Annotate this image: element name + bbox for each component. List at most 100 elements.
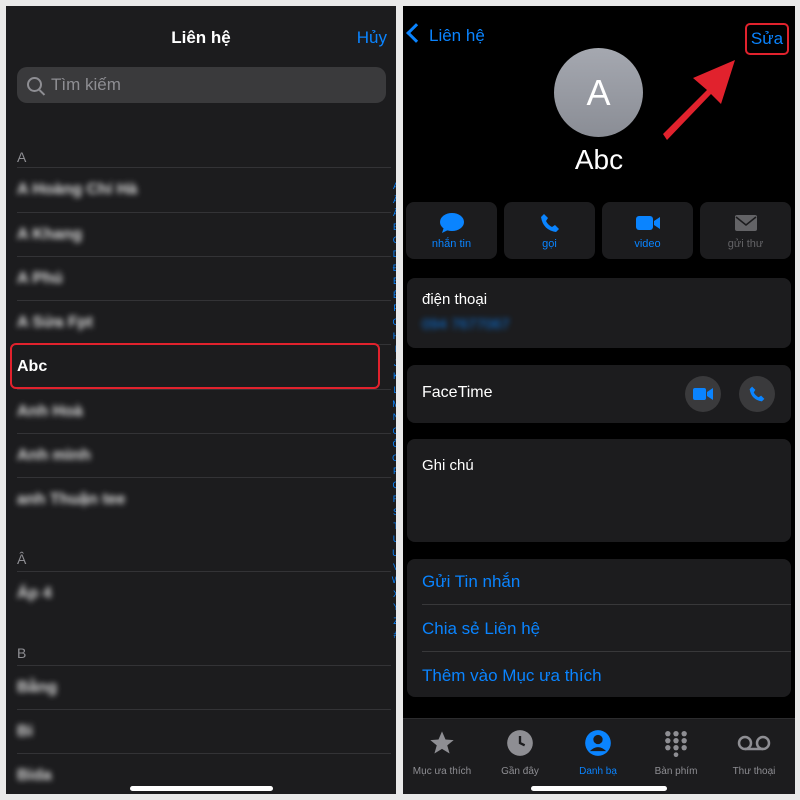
tab-favorites[interactable]: Mục ưa thích <box>403 719 481 794</box>
divider <box>422 651 791 652</box>
video-icon <box>693 388 713 400</box>
index-letter[interactable]: X <box>390 588 396 602</box>
contact-picker-panel: Liên hệ Hủy Tìm kiếm A A Hoàng Chí Hà A … <box>6 6 396 794</box>
tab-label: Thư thoại <box>732 766 776 777</box>
page-title: Liên hệ <box>171 28 231 47</box>
contact-name: A Phú <box>17 270 63 287</box>
tab-label: Bàn phím <box>654 766 698 777</box>
message-button[interactable]: nhắn tin <box>406 202 497 259</box>
mail-button[interactable]: gửi thư <box>700 202 791 259</box>
index-letter[interactable]: # <box>390 629 396 643</box>
index-letter[interactable]: Ê <box>390 289 396 303</box>
index-letter[interactable]: B <box>390 221 396 235</box>
tab-recents[interactable]: Gần đây <box>481 719 559 794</box>
index-letter[interactable]: R <box>390 493 396 507</box>
index-letter[interactable]: Ơ <box>390 452 396 466</box>
contact-name: anh Thuận tee <box>17 491 126 508</box>
facetime-card: FaceTime <box>407 365 791 423</box>
keypad-icon <box>665 730 687 757</box>
back-button[interactable]: Liên hệ <box>406 23 485 46</box>
tab-label: Mục ưa thích <box>412 766 472 777</box>
section-header-b: B <box>17 645 27 661</box>
contact-name: Áp 4 <box>17 585 52 602</box>
list-item[interactable]: Áp 4 <box>17 571 391 616</box>
index-letter[interactable]: P <box>390 465 396 479</box>
tab-contacts[interactable]: Danh bạ <box>559 719 637 794</box>
edit-button[interactable]: Sửa <box>745 23 789 55</box>
phone-number[interactable]: 094 7677067 <box>422 316 510 333</box>
tab-bar: Mục ưa thích Gần đây Danh bạ Bàn phím Th… <box>403 718 795 794</box>
index-letter[interactable]: Ă <box>390 194 396 208</box>
search-icon <box>27 77 42 92</box>
index-letter[interactable]: U <box>390 533 396 547</box>
index-letter[interactable]: T <box>390 520 396 534</box>
contact-name: Bi <box>17 723 33 740</box>
index-letter[interactable]: Ư <box>390 547 396 561</box>
list-item[interactable]: Anh Hoà <box>17 389 391 434</box>
video-button[interactable]: video <box>602 202 693 259</box>
index-letter[interactable]: H <box>390 330 396 344</box>
index-letter[interactable]: Đ <box>390 262 396 276</box>
index-letter[interactable]: Z <box>390 615 396 629</box>
index-letter[interactable]: A <box>390 180 396 194</box>
index-letter[interactable]: M <box>390 398 396 412</box>
cancel-button[interactable]: Hủy <box>357 28 387 48</box>
search-placeholder: Tìm kiếm <box>51 75 121 94</box>
index-letter[interactable]: S <box>390 506 396 520</box>
add-to-favorites-link[interactable]: Thêm vào Mục ưa thích <box>422 666 602 686</box>
index-letter[interactable]: I <box>390 343 396 357</box>
clock-icon <box>507 730 533 756</box>
send-message-link[interactable]: Gửi Tin nhắn <box>422 572 520 592</box>
list-item[interactable]: Bằng <box>17 665 391 710</box>
share-contact-link[interactable]: Chia sẻ Liên hệ <box>422 619 540 639</box>
facetime-label: FaceTime <box>422 384 493 401</box>
chevron-left-icon <box>406 23 426 43</box>
list-item[interactable]: A Khang <box>17 212 391 257</box>
tab-label: Gần đây <box>501 766 539 777</box>
index-letter[interactable]: C <box>390 234 396 248</box>
contact-name: Anh Hoà <box>17 403 83 420</box>
index-letter[interactable]: Q <box>390 479 396 493</box>
list-item[interactable]: A Sửa Fpt <box>17 300 391 345</box>
index-letter[interactable]: Ô <box>390 438 396 452</box>
mail-label: gửi thư <box>727 238 764 250</box>
index-letter[interactable]: L <box>390 384 396 398</box>
index-letter[interactable]: Y <box>390 601 396 615</box>
index-letter[interactable]: G <box>390 316 396 330</box>
list-item[interactable]: A Hoàng Chí Hà <box>17 167 391 212</box>
index-letter[interactable]: V <box>390 561 396 575</box>
index-letter[interactable]: J <box>390 357 396 371</box>
list-item[interactable]: Bi <box>17 709 391 754</box>
list-item[interactable]: anh Thuận tee <box>17 477 391 522</box>
facetime-audio-button[interactable] <box>739 376 775 412</box>
list-item[interactable]: Anh mình <box>17 433 391 478</box>
search-input[interactable]: Tìm kiếm <box>17 67 386 103</box>
index-letter[interactable]: W <box>390 574 396 588</box>
tab-voicemail[interactable]: Thư thoại <box>715 719 793 794</box>
index-letter[interactable]: K <box>390 370 396 384</box>
back-label: Liên hệ <box>429 26 485 45</box>
contact-name: A Hoàng Chí Hà <box>17 181 138 198</box>
mail-icon <box>700 212 791 234</box>
star-icon <box>430 731 454 754</box>
section-header-a: A <box>17 149 27 165</box>
contact-name: Anh mình <box>17 447 91 464</box>
index-letter[interactable]: O <box>390 425 396 439</box>
call-button[interactable]: gọi <box>504 202 595 259</box>
alphabet-index[interactable]: AĂÂBCDĐEÊFGHIJKLMNOÔƠPQRSTUƯVWXYZ# <box>390 180 396 642</box>
section-header-a-circumflex: Â <box>17 551 27 567</box>
contact-name: Bằng <box>17 679 57 696</box>
index-letter[interactable]: E <box>390 275 396 289</box>
divider <box>422 604 791 605</box>
tab-keypad[interactable]: Bàn phím <box>637 719 715 794</box>
notes-card[interactable]: Ghi chú <box>407 439 791 542</box>
index-letter[interactable]: D <box>390 248 396 262</box>
index-letter[interactable]: N <box>390 411 396 425</box>
notes-label: Ghi chú <box>422 457 474 474</box>
index-letter[interactable]: Â <box>390 207 396 221</box>
facetime-video-button[interactable] <box>685 376 721 412</box>
list-item[interactable]: A Phú <box>17 256 391 301</box>
avatar: A <box>554 48 643 137</box>
index-letter[interactable]: F <box>390 302 396 316</box>
phone-card[interactable]: điện thoại 094 7677067 <box>407 278 791 348</box>
